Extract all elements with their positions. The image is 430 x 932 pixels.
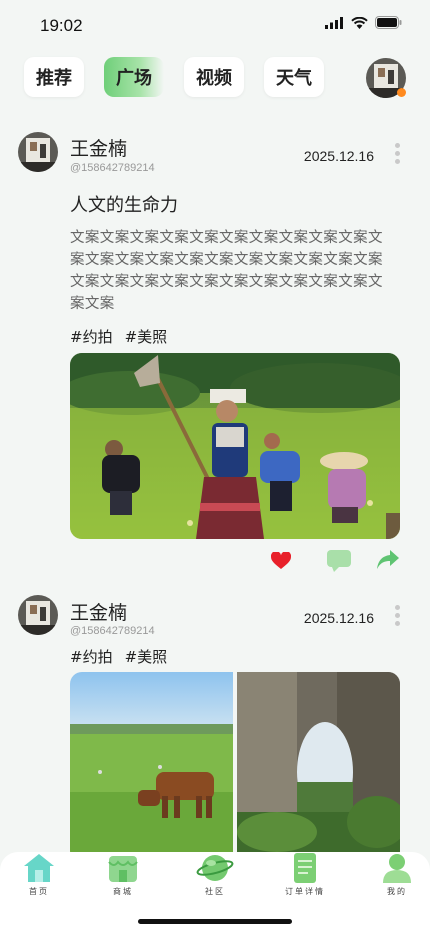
rock-arch-photo [237,672,400,862]
wifi-icon [351,16,368,29]
tab-square[interactable]: 广场 [104,57,164,97]
nav-label: 我的 [387,887,407,896]
more-options-icon[interactable] [395,143,401,167]
nav-order-detail[interactable]: 订单详情 [270,852,340,897]
post-tags: #约拍 #美照 [70,326,167,347]
post-body: 文案文案文案文案文案文案文案文案文案文案文案文案文案文案文案文案文案文案文案文案… [70,230,383,312]
post-avatar[interactable] [18,595,58,635]
tag[interactable]: #美照 [125,646,168,667]
tab-weather[interactable]: 天气 [264,57,324,97]
nav-label: 社区 [205,887,225,896]
post-username[interactable]: 王金楠 [70,134,127,161]
farmers-field-photo [70,353,400,539]
share-icon[interactable] [377,550,399,570]
signal-icon [325,16,343,29]
post-user-id: @158642789214 [70,625,155,637]
post-tags: #约拍 #美照 [70,646,167,667]
home-icon [24,854,54,882]
nav-home[interactable]: 首页 [4,852,74,897]
post-image[interactable] [70,353,400,539]
status-time: 19:02 [40,16,83,35]
post-image[interactable] [237,672,400,862]
status-bar: 19:02 [0,0,430,50]
tab-label: 广场 [116,68,152,89]
nav-store[interactable]: 商城 [88,852,158,897]
store-icon [108,856,138,882]
user-icon [383,854,411,883]
post-username[interactable]: 王金楠 [70,598,127,625]
planet-icon [196,855,234,881]
post-image[interactable] [70,672,233,862]
battery-icon [375,16,402,29]
tag[interactable]: #约拍 [70,326,113,347]
notification-dot [397,88,406,97]
nav-community[interactable]: 社区 [180,852,250,897]
tag[interactable]: #约拍 [70,646,113,667]
nav-label: 首页 [29,887,49,896]
tab-label: 推荐 [36,68,72,89]
home-indicator [138,919,292,924]
post-date: 2025.12.16 [303,148,374,164]
cow-meadow-photo [70,672,233,862]
comment-icon[interactable] [327,550,351,572]
post-user-id: @158642789214 [70,162,155,174]
heart-icon[interactable] [271,552,291,570]
nav-label: 订单详情 [285,887,325,896]
tab-video[interactable]: 视频 [184,57,244,97]
post-avatar[interactable] [18,132,58,172]
order-icon [294,853,316,883]
post-title: 人文的生命力 [70,195,178,216]
post-date: 2025.12.16 [303,610,374,626]
status-icons [325,16,402,29]
nav-label: 商城 [113,887,133,896]
tab-label: 视频 [196,68,232,89]
tab-recommend[interactable]: 推荐 [24,57,84,97]
tag[interactable]: #美照 [125,326,168,347]
tab-label: 天气 [276,68,312,89]
more-options-icon[interactable] [395,605,401,629]
nav-mine[interactable]: 我的 [362,852,430,897]
